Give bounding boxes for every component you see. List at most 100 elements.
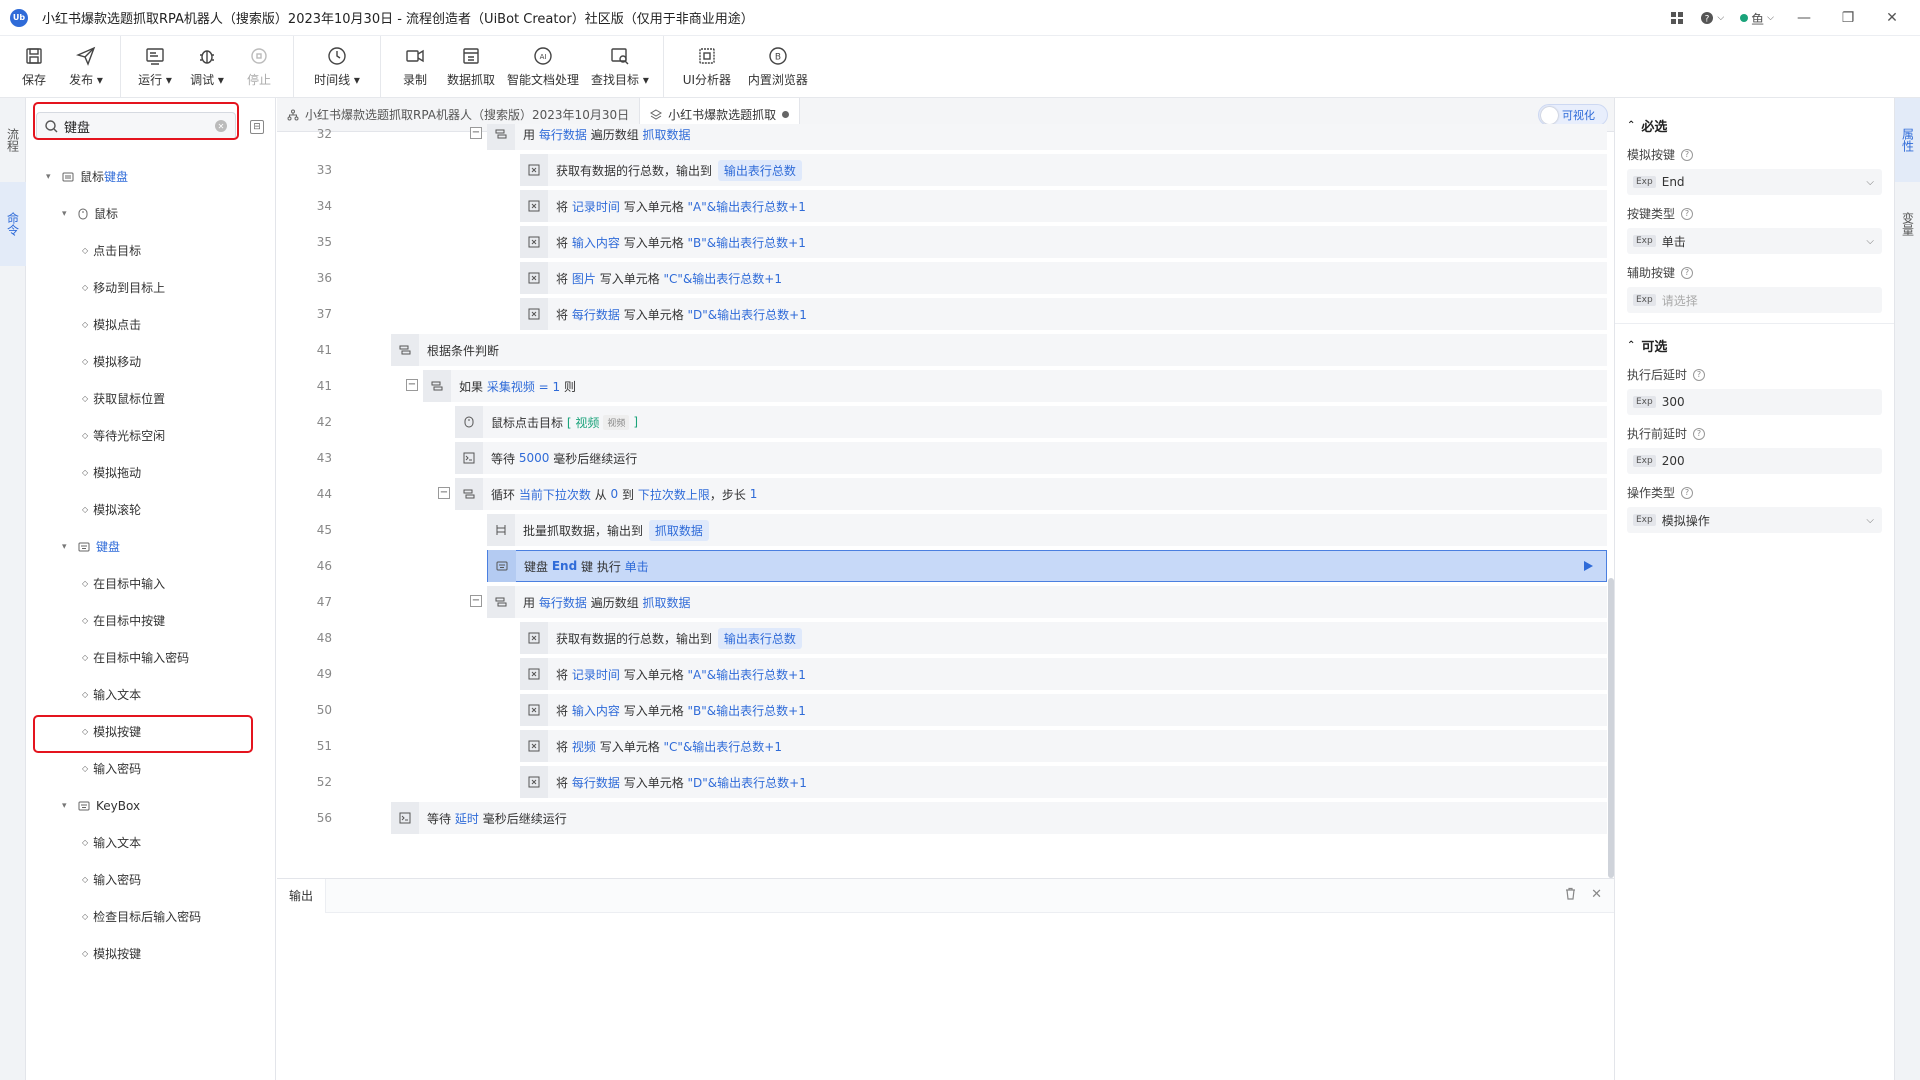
- help-icon[interactable]: ?: [1693, 368, 1706, 381]
- chevron-down-icon: ⌵: [1717, 13, 1725, 23]
- minimize-button[interactable]: —: [1790, 10, 1818, 26]
- expand-arrow-icon: ▾: [46, 171, 51, 182]
- save-button[interactable]: 保存: [8, 36, 60, 97]
- flow-line[interactable]: 48 获取有数据的行总数，输出到 输出表行总数: [277, 620, 1607, 656]
- help-icon[interactable]: ?: [1681, 486, 1694, 499]
- tree-item[interactable]: ◇ 获取鼠标位置: [26, 380, 276, 417]
- flow-line[interactable]: 43 等待 5000 毫秒后继续运行: [277, 440, 1607, 476]
- tree-item[interactable]: ◇ 等待光标空闲: [26, 417, 276, 454]
- flow-line[interactable]: 49 将 记录时间 写入单元格 "A"&输出表行总数+1: [277, 656, 1607, 692]
- rail-tab-commands[interactable]: 命令: [0, 182, 26, 266]
- right-rail: 属性 变量: [1894, 98, 1920, 1080]
- key-type-select[interactable]: Exp 单击 ⌵: [1627, 228, 1882, 254]
- section-required[interactable]: ⌃ 必选: [1615, 110, 1894, 140]
- flow-line[interactable]: 33 获取有数据的行总数，输出到 输出表行总数: [277, 152, 1607, 188]
- tree-item[interactable]: ◇ 模拟拖动: [26, 454, 276, 491]
- tree-category-keybox[interactable]: ▾ KeyBox: [26, 787, 276, 824]
- tree-item[interactable]: ◇ 移动到目标上: [26, 269, 276, 306]
- flow-line[interactable]: 44 − 循环 当前下拉次数 从 0 到 下拉次数上限 ，步长 1: [277, 476, 1607, 512]
- help-menu[interactable]: ? ⌵: [1700, 11, 1724, 25]
- flow-line[interactable]: 37 将 每行数据 写入单元格 "D"&输出表行总数+1: [277, 296, 1607, 332]
- toolbar-group-tools: 录制 数据抓取 AI 智能文档处理 查找目标 ▾: [381, 36, 664, 97]
- tree-item[interactable]: ◇ 在目标中按键: [26, 602, 276, 639]
- flow-line[interactable]: 50 将 输入内容 写入单元格 "B"&输出表行总数+1: [277, 692, 1607, 728]
- rail-tab-flow[interactable]: 流程: [0, 98, 26, 182]
- flow-line[interactable]: 41 根据条件判断: [277, 332, 1607, 368]
- collapse-all-icon[interactable]: ⊟: [250, 120, 264, 134]
- tree-item[interactable]: ◇ 输入密码: [26, 861, 276, 898]
- tree-category-mouse-keyboard[interactable]: ▾ 鼠标 键盘: [26, 158, 276, 195]
- visual-toggle[interactable]: 可视化: [1538, 104, 1608, 126]
- flow-line[interactable]: 56 等待 延时 毫秒后继续运行: [277, 800, 1607, 836]
- tree-item[interactable]: ◇ 模拟按键: [26, 935, 276, 972]
- tree-category-mouse[interactable]: ▾ 鼠标: [26, 195, 276, 232]
- exp-toggle[interactable]: Exp: [1633, 455, 1656, 467]
- ai-doc-button[interactable]: AI 智能文档处理: [501, 36, 585, 97]
- flow-line[interactable]: 42 鼠标点击目标 [ 视频 视频]: [277, 404, 1607, 440]
- section-optional[interactable]: ⌃ 可选: [1615, 330, 1894, 360]
- exp-toggle[interactable]: Exp: [1633, 176, 1656, 188]
- run-button[interactable]: 运行 ▾: [129, 36, 181, 97]
- tree-item[interactable]: ◇ 输入文本: [26, 824, 276, 861]
- stop-button[interactable]: 停止: [233, 36, 285, 97]
- tree-item[interactable]: ◇ 在目标中输入密码: [26, 639, 276, 676]
- collapse-icon[interactable]: −: [406, 379, 418, 391]
- collapse-icon[interactable]: −: [470, 595, 482, 607]
- rail-tab-variables[interactable]: 变量: [1895, 182, 1920, 266]
- flow-line[interactable]: 41 − 如果 采集视频 = 1 则: [277, 368, 1607, 404]
- tree-item[interactable]: ◇ 模拟滚轮: [26, 491, 276, 528]
- tree-item[interactable]: ◇ 输入密码: [26, 750, 276, 787]
- collapse-icon[interactable]: −: [438, 487, 450, 499]
- tree-item[interactable]: ◇ 输入文本: [26, 676, 276, 713]
- help-icon[interactable]: ?: [1681, 148, 1694, 161]
- close-icon[interactable]: ✕: [1591, 887, 1602, 904]
- exp-toggle[interactable]: Exp: [1633, 396, 1656, 408]
- run-line-play-icon[interactable]: [1582, 560, 1594, 572]
- output-tab[interactable]: 输出: [277, 878, 327, 913]
- aux-key-select[interactable]: Exp 请选择: [1627, 287, 1882, 313]
- apps-grid-icon[interactable]: [1670, 11, 1684, 25]
- builtin-browser-button[interactable]: B 内置浏览器: [742, 36, 814, 97]
- tree-category-keyboard[interactable]: ▾ 键盘: [26, 528, 276, 565]
- publish-button[interactable]: 发布 ▾: [60, 36, 112, 97]
- help-icon[interactable]: ?: [1681, 266, 1694, 279]
- exp-toggle[interactable]: Exp: [1633, 294, 1656, 306]
- expand-arrow-icon: ▾: [62, 800, 67, 811]
- delay-before-input[interactable]: Exp 200: [1627, 448, 1882, 474]
- op-type-select[interactable]: Exp 模拟操作 ⌵: [1627, 507, 1882, 533]
- tree-item[interactable]: ◇ 模拟移动: [26, 343, 276, 380]
- sim-key-select[interactable]: Exp End ⌵: [1627, 169, 1882, 195]
- flow-line-selected[interactable]: 46 键盘 End 键 执行 单击: [277, 548, 1607, 584]
- debug-button[interactable]: 调试 ▾: [181, 36, 233, 97]
- record-button[interactable]: 录制: [389, 36, 441, 97]
- flow-line[interactable]: 34 将 记录时间 写入单元格 "A"&输出表行总数+1: [277, 188, 1607, 224]
- flow-line[interactable]: 35 将 输入内容 写入单元格 "B"&输出表行总数+1: [277, 224, 1607, 260]
- flow-line[interactable]: 45 批量抓取数据，输出到 抓取数据: [277, 512, 1607, 548]
- flow-block-keyboard-end: 键盘 End 键 执行 单击: [487, 550, 1607, 582]
- close-window-button[interactable]: ✕: [1878, 10, 1906, 26]
- trash-icon[interactable]: [1564, 887, 1577, 904]
- help-icon[interactable]: ?: [1693, 427, 1706, 440]
- delay-after-input[interactable]: Exp 300: [1627, 389, 1882, 415]
- flow-line[interactable]: 52 将 每行数据 写入单元格 "D"&输出表行总数+1: [277, 764, 1607, 800]
- data-scrape-button[interactable]: 数据抓取: [441, 36, 501, 97]
- tree-item[interactable]: ◇ 检查目标后输入密码: [26, 898, 276, 935]
- tree-item[interactable]: ◇ 模拟点击: [26, 306, 276, 343]
- collapse-icon[interactable]: −: [470, 127, 482, 139]
- exp-toggle[interactable]: Exp: [1633, 235, 1656, 247]
- exp-toggle[interactable]: Exp: [1633, 514, 1656, 526]
- rail-tab-properties[interactable]: 属性: [1895, 98, 1920, 182]
- flow-line[interactable]: 47 − 用 每行数据 遍历数组 抓取数据: [277, 584, 1607, 620]
- data-scrape-icon: [463, 48, 479, 64]
- timeline-button[interactable]: 时间线 ▾: [302, 36, 372, 97]
- restore-button[interactable]: ❐: [1834, 10, 1862, 26]
- chevron-down-icon: ⌵: [1866, 514, 1874, 526]
- tree-item[interactable]: ◇ 点击目标: [26, 232, 276, 269]
- ui-analyzer-button[interactable]: UI分析器: [672, 36, 742, 97]
- flow-line[interactable]: 36 将 图片 写入单元格 "C"&输出表行总数+1: [277, 260, 1607, 296]
- flow-line[interactable]: 51 将 视频 写入单元格 "C"&输出表行总数+1: [277, 728, 1607, 764]
- find-target-button[interactable]: 查找目标 ▾: [585, 36, 655, 97]
- user-menu[interactable]: 鱼 ⌵: [1740, 9, 1774, 28]
- tree-item[interactable]: ◇ 在目标中输入: [26, 565, 276, 602]
- help-icon[interactable]: ?: [1681, 207, 1694, 220]
